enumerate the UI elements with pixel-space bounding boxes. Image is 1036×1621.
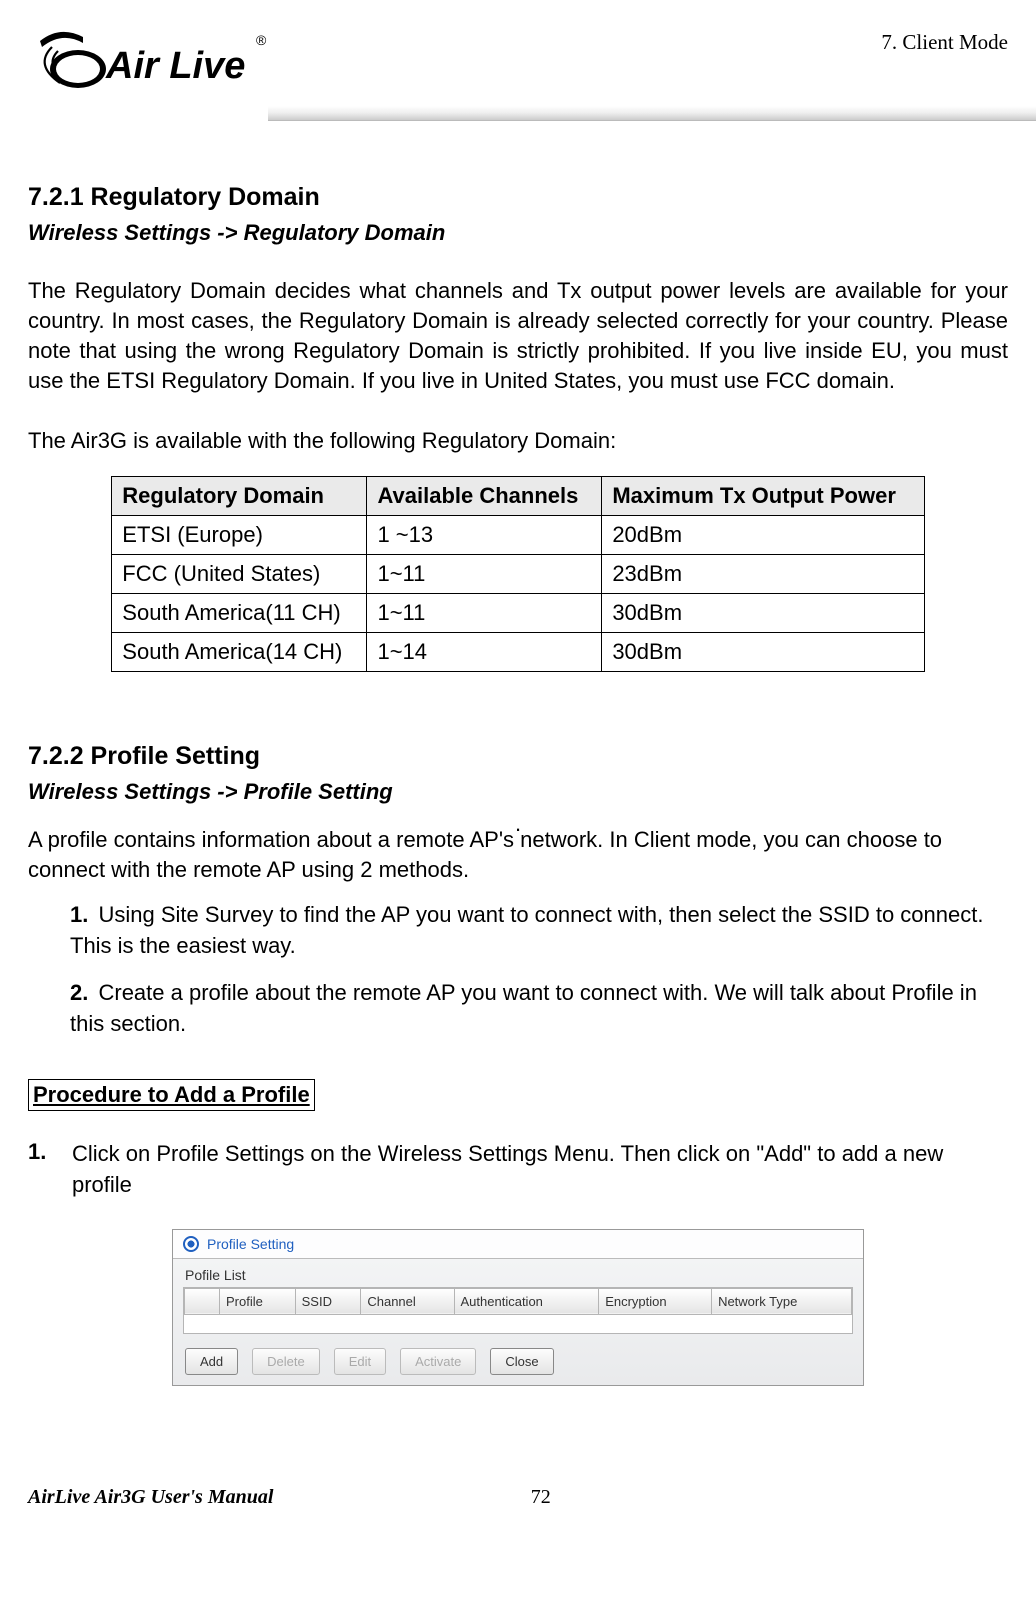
footer-page-number: 72 [273, 1486, 808, 1509]
step-num-1: 1. [28, 1139, 72, 1201]
reg-th-0: Regulatory Domain [112, 476, 367, 515]
profile-intro: A profile contains information about a r… [28, 825, 1008, 887]
table-row: FCC (United States) 1~11 23dBm [112, 554, 924, 593]
col-channel: Channel [361, 1288, 454, 1314]
col-nettype: Network Type [712, 1288, 852, 1314]
col-enc: Encryption [599, 1288, 712, 1314]
svg-text:®: ® [256, 32, 267, 48]
breadcrumb-regulatory: Wireless Settings -> Regulatory Domain [28, 220, 1008, 246]
procedure-header: Procedure to Add a Profile [28, 1079, 315, 1111]
stray-dot: . [28, 811, 1008, 825]
table-row: South America(14 CH) 1~14 30dBm [112, 632, 924, 671]
breadcrumb-profile: Wireless Settings -> Profile Setting [28, 779, 1008, 805]
profile-list-table: Profile SSID Channel Authentication Encr… [184, 1288, 852, 1333]
activate-button[interactable]: Activate [400, 1348, 476, 1375]
empty-row [185, 1314, 852, 1333]
list-item: 2. Create a profile about the remote AP … [70, 978, 1008, 1040]
brand-logo: Air Live ® [28, 23, 268, 98]
delete-button[interactable]: Delete [252, 1348, 320, 1375]
list-num-1: 1. [70, 902, 88, 927]
list-item: 1. Using Site Survey to find the AP you … [70, 900, 1008, 962]
reg-th-1: Available Channels [367, 476, 602, 515]
step-text-1: Click on Profile Settings on the Wireles… [72, 1139, 1008, 1201]
add-button[interactable]: Add [185, 1348, 238, 1375]
profile-list-label: Pofile List [173, 1259, 863, 1287]
col-select [185, 1288, 220, 1314]
col-auth: Authentication [454, 1288, 599, 1314]
footer-manual-title: AirLive Air3G User's Manual [28, 1486, 273, 1509]
radio-icon [183, 1236, 199, 1252]
regulatory-domain-table: Regulatory Domain Available Channels Max… [111, 476, 924, 672]
svg-text:Air Live: Air Live [105, 45, 245, 87]
col-ssid: SSID [295, 1288, 361, 1314]
profile-panel-title: Profile Setting [173, 1230, 863, 1259]
step-item: 1. Click on Profile Settings on the Wire… [28, 1139, 1008, 1201]
table-row: South America(11 CH) 1~11 30dBm [112, 593, 924, 632]
col-profile: Profile [220, 1288, 296, 1314]
edit-button[interactable]: Edit [334, 1348, 386, 1375]
section-heading-regulatory: 7.2.1 Regulatory Domain [28, 183, 1008, 212]
table-row: ETSI (Europe) 1 ~13 20dBm [112, 515, 924, 554]
list-text-2: Create a profile about the remote AP you… [70, 980, 977, 1036]
para-regulatory-1: The Regulatory Domain decides what chann… [28, 276, 1008, 396]
reg-th-2: Maximum Tx Output Power [602, 476, 924, 515]
close-button[interactable]: Close [490, 1348, 553, 1375]
list-num-2: 2. [70, 980, 88, 1005]
page-header-right: 7. Client Mode [881, 30, 1008, 55]
list-text-1: Using Site Survey to find the AP you wan… [70, 902, 983, 958]
para-regulatory-2: The Air3G is available with the followin… [28, 426, 1008, 456]
panel-title-text: Profile Setting [207, 1236, 294, 1252]
section-heading-profile: 7.2.2 Profile Setting [28, 742, 1008, 771]
profile-setting-screenshot: Profile Setting Pofile List Profile SSID… [172, 1229, 864, 1386]
header-gradient [268, 106, 1036, 121]
